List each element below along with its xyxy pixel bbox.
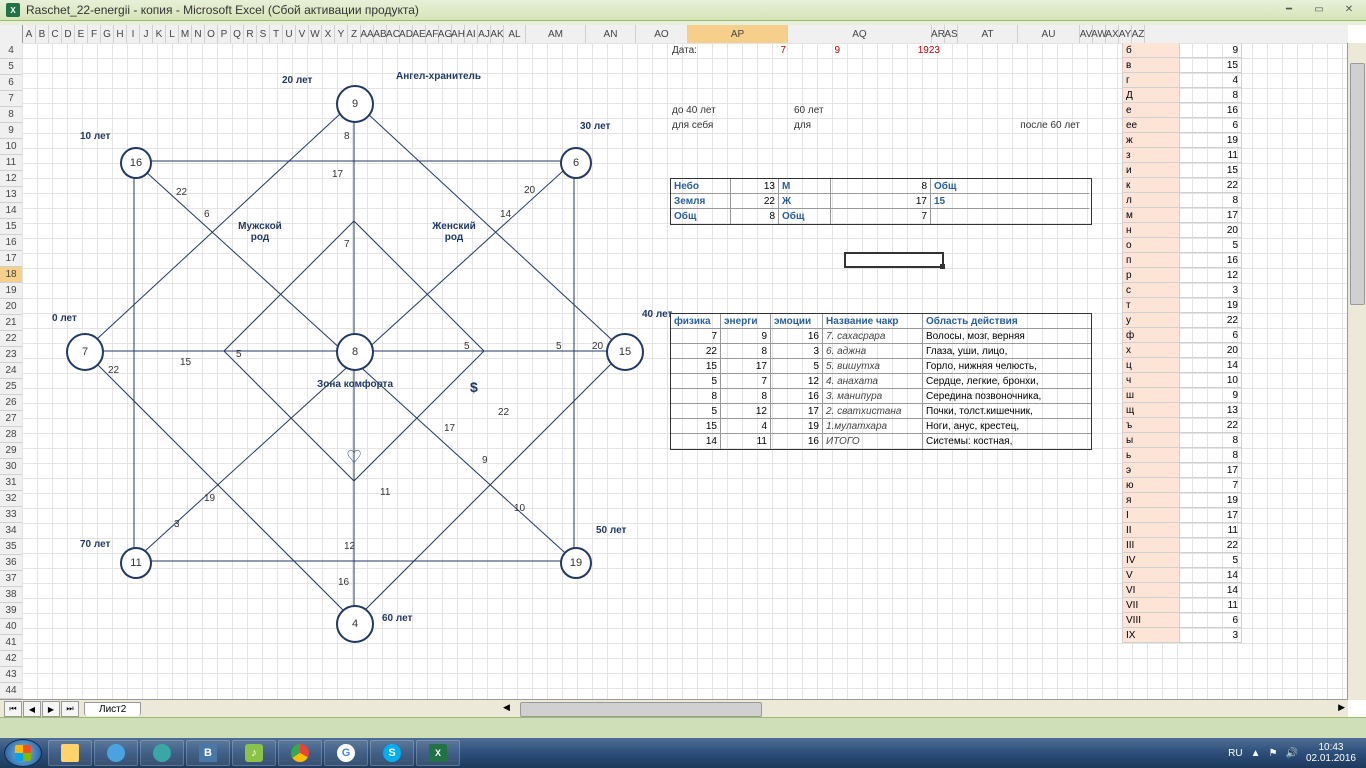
tab-nav-next[interactable]: ▶	[42, 701, 60, 717]
select-all-corner[interactable]	[0, 25, 23, 44]
spreadsheet-grid[interactable]: Дата: 7 9 1923 до 40 лет 60 лет для себя…	[22, 43, 1348, 700]
active-cell[interactable]	[844, 252, 944, 268]
start-button[interactable]	[4, 739, 42, 767]
statusbar	[0, 717, 1366, 738]
window-title: Raschet_22-energii - копия - Microsoft E…	[26, 3, 419, 17]
letters-table: б9в15г4Д8е16ее6ж19з11и15к22л8м17н20о5п16…	[1122, 43, 1242, 643]
age-60: 60 лет	[792, 103, 826, 118]
taskbar-skype[interactable]: S	[370, 740, 414, 766]
age-before40: до 40 лет	[670, 103, 718, 118]
taskbar-explorer[interactable]	[48, 740, 92, 766]
tray-clock[interactable]: 10:4302.01.2016	[1306, 742, 1356, 764]
tray-volume-icon[interactable]: 🔊	[1285, 748, 1297, 759]
vertical-scrollbar[interactable]	[1347, 43, 1366, 700]
date-month: 9	[792, 43, 842, 58]
taskbar: B ♪ G S X RU ▲ ⚑ 🔊 10:4302.01.2016	[0, 738, 1366, 768]
age-for: для	[792, 118, 813, 133]
tab-nav-last[interactable]: ⏭	[61, 701, 79, 717]
age-forself: для себя	[670, 118, 715, 133]
taskbar-google[interactable]: G	[324, 740, 368, 766]
taskbar-chrome[interactable]	[278, 740, 322, 766]
row-headers[interactable]: 4567891011121314151617181920212223242526…	[0, 43, 23, 718]
taskbar-music[interactable]: ♪	[232, 740, 276, 766]
column-headers[interactable]: ABCDEFGHIJKLMNOPQRSTUVWXYZAAABACADAEAFAG…	[0, 25, 1348, 44]
taskbar-ie[interactable]	[94, 740, 138, 766]
maximize-button[interactable]: ▭	[1306, 1, 1332, 17]
tray-flag-icon[interactable]: ⚑	[1269, 748, 1278, 759]
tray-show-hidden-icon[interactable]: ▲	[1251, 748, 1261, 759]
chakra-table: физикаэнергиэмоцииНазвание чакрОбласть д…	[670, 313, 1092, 450]
date-day: 7	[740, 43, 788, 58]
tab-nav-first[interactable]: ⏮	[4, 701, 22, 717]
summary-table: Небо13М8ОбщЗемля22Ж1715Общ8Общ7	[670, 178, 1092, 225]
sheet-tab-active[interactable]: Лист2	[84, 702, 141, 716]
tab-nav-prev[interactable]: ◀	[23, 701, 41, 717]
horizontal-scrollbar[interactable]: ◀ ▶	[500, 699, 1348, 718]
age-after60: после 60 лет	[1002, 118, 1082, 133]
tray-lang[interactable]: RU	[1228, 748, 1242, 759]
close-button[interactable]: ✕	[1336, 1, 1362, 17]
date-year: 1923	[844, 43, 942, 58]
minimize-button[interactable]: ━	[1276, 1, 1302, 17]
excel-icon: X	[6, 3, 20, 17]
date-label: Дата:	[670, 43, 699, 58]
taskbar-vk[interactable]: B	[186, 740, 230, 766]
taskbar-excel[interactable]: X	[416, 740, 460, 766]
titlebar: X Raschet_22-energii - копия - Microsoft…	[0, 0, 1366, 21]
taskbar-wmp[interactable]	[140, 740, 184, 766]
